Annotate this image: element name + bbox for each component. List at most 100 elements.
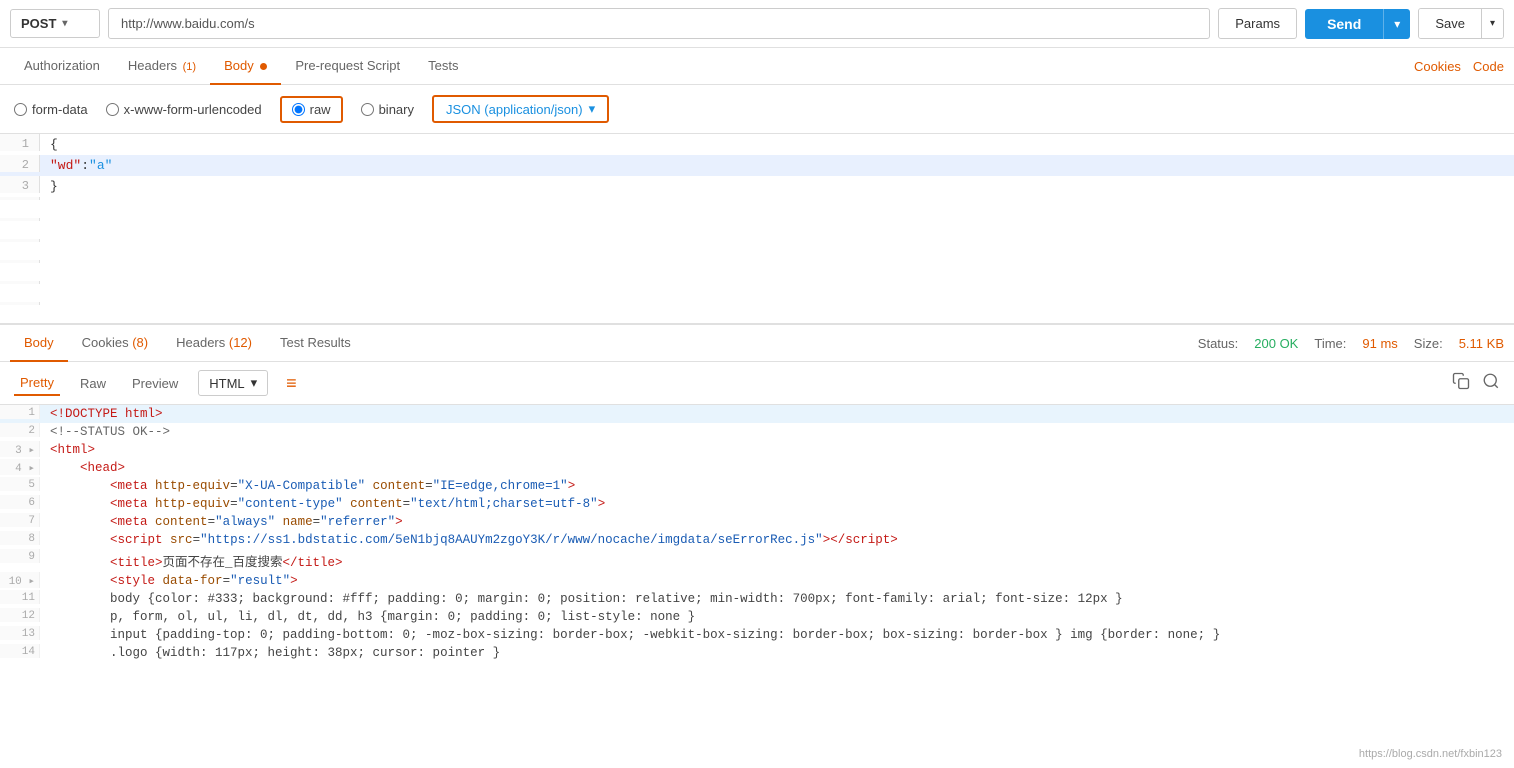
resp-line-3: 3 ▸ <html> <box>0 441 1514 459</box>
tab-body[interactable]: Body <box>210 48 281 85</box>
response-actions <box>1452 372 1500 395</box>
urlencoded-option[interactable]: x-www-form-urlencoded <box>106 102 262 117</box>
time-label: Time: <box>1314 336 1346 351</box>
form-data-label: form-data <box>32 102 88 117</box>
resp-tab-headers[interactable]: Headers (12) <box>162 325 266 362</box>
binary-label: binary <box>379 102 414 117</box>
status-label: Status: <box>1198 336 1238 351</box>
line-content-e4 <box>40 197 1514 218</box>
resp-line-content-12: p, form, ol, ul, li, dl, dt, dd, h3 {mar… <box>40 608 1514 626</box>
request-tabs-right: Cookies Code <box>1414 59 1504 74</box>
resp-line-7: 7 <meta content="always" name="referrer"… <box>0 513 1514 531</box>
resp-line-content-9: <title>页面不存在_百度搜索</title> <box>40 549 1514 572</box>
params-button[interactable]: Params <box>1218 8 1297 39</box>
urlencoded-radio[interactable] <box>106 103 119 116</box>
code-editor[interactable]: 1 { 2 "wd":"a" 3 } <box>0 134 1514 325</box>
resp-line-12: 12 p, form, ol, ul, li, dl, dt, dd, h3 {… <box>0 608 1514 626</box>
save-button[interactable]: Save <box>1419 9 1481 38</box>
search-button[interactable] <box>1482 372 1500 395</box>
line-num-e7 <box>0 260 40 263</box>
url-input[interactable] <box>108 8 1210 39</box>
line-content-e8 <box>40 281 1514 302</box>
wrap-icon[interactable]: ≡ <box>286 373 297 394</box>
line-content-e9 <box>40 302 1514 323</box>
copy-button[interactable] <box>1452 372 1470 395</box>
resp-line-14: 14 .logo {width: 117px; height: 38px; cu… <box>0 644 1514 660</box>
request-tabs: Authorization Headers (1) Body Pre-reque… <box>0 48 1514 85</box>
code-line-3: 3 } <box>0 176 1514 197</box>
resp-line-num-5: 5 <box>0 477 40 491</box>
raw-option[interactable]: raw <box>292 102 331 117</box>
binary-option[interactable]: binary <box>361 102 414 117</box>
line-num-1: 1 <box>0 134 40 151</box>
resp-line-num-9: 9 <box>0 549 40 563</box>
save-btn-group: Save ▾ <box>1418 8 1504 39</box>
line-num-2: 2 <box>0 155 40 172</box>
resp-line-4: 4 ▸ <head> <box>0 459 1514 477</box>
raw-box: raw <box>280 96 343 123</box>
raw-radio[interactable] <box>292 103 305 116</box>
tab-prerequest[interactable]: Pre-request Script <box>281 48 414 85</box>
resp-line-num-1: 1 <box>0 405 40 419</box>
resp-line-num-12: 12 <box>0 608 40 622</box>
resp-line-2: 2 <!--STATUS OK--> <box>0 423 1514 441</box>
resp-format-raw[interactable]: Raw <box>74 372 112 395</box>
binary-radio[interactable] <box>361 103 374 116</box>
resp-line-num-11: 11 <box>0 590 40 604</box>
resp-line-num-6: 6 <box>0 495 40 509</box>
tab-tests[interactable]: Tests <box>414 48 472 85</box>
resp-format-pretty[interactable]: Pretty <box>14 371 60 396</box>
resp-line-9: 9 <title>页面不存在_百度搜索</title> <box>0 549 1514 572</box>
code-line-empty-5 <box>0 218 1514 239</box>
resp-line-num-10: 10 ▸ <box>0 572 40 588</box>
resp-line-num-13: 13 <box>0 626 40 640</box>
code-line-empty-9 <box>0 302 1514 323</box>
resp-tab-cookies[interactable]: Cookies (8) <box>68 325 162 362</box>
form-data-radio[interactable] <box>14 103 27 116</box>
code-line-1: 1 { <box>0 134 1514 155</box>
tab-authorization[interactable]: Authorization <box>10 48 114 85</box>
resp-tab-testresults[interactable]: Test Results <box>266 325 365 362</box>
response-section: Body Cookies (8) Headers (12) Test Resul… <box>0 325 1514 660</box>
line-num-e8 <box>0 281 40 284</box>
line-num-e9 <box>0 302 40 305</box>
save-arrow-button[interactable]: ▾ <box>1481 9 1503 38</box>
response-type-selector[interactable]: HTML ▾ <box>198 370 268 396</box>
resp-line-content-4: <head> <box>40 459 1514 477</box>
resp-line-6: 6 <meta http-equiv="content-type" conten… <box>0 495 1514 513</box>
form-data-option[interactable]: form-data <box>14 102 88 117</box>
size-label: Size: <box>1414 336 1443 351</box>
send-btn-group: Send ▾ <box>1305 9 1410 39</box>
resp-line-11: 11 body {color: #333; background: #fff; … <box>0 590 1514 608</box>
body-type-bar: form-data x-www-form-urlencoded raw bina… <box>0 85 1514 134</box>
resp-tab-body[interactable]: Body <box>10 325 68 362</box>
method-arrow-icon: ▾ <box>62 18 67 29</box>
code-link[interactable]: Code <box>1473 59 1504 74</box>
line-content-e6 <box>40 239 1514 260</box>
resp-line-content-7: <meta content="always" name="referrer"> <box>40 513 1514 531</box>
method-select[interactable]: POST ▾ <box>10 9 100 38</box>
resp-line-num-8: 8 <box>0 531 40 545</box>
resp-line-content-14: .logo {width: 117px; height: 38px; curso… <box>40 644 1514 660</box>
code-line-empty-4 <box>0 197 1514 218</box>
line-num-e4 <box>0 197 40 200</box>
code-line-empty-8 <box>0 281 1514 302</box>
resp-line-13: 13 input {padding-top: 0; padding-bottom… <box>0 626 1514 644</box>
tab-headers[interactable]: Headers (1) <box>114 48 210 85</box>
response-code: 1 <!DOCTYPE html> 2 <!--STATUS OK--> 3 ▸… <box>0 405 1514 660</box>
send-button[interactable]: Send <box>1305 9 1383 39</box>
line-num-e5 <box>0 218 40 221</box>
time-value: 91 ms <box>1362 336 1397 351</box>
json-type-selector[interactable]: JSON (application/json) ▾ <box>432 95 609 123</box>
html-type-label: HTML <box>209 376 244 391</box>
line-content-3: } <box>40 176 1514 197</box>
line-num-e6 <box>0 239 40 242</box>
send-arrow-button[interactable]: ▾ <box>1383 9 1410 39</box>
cookies-link[interactable]: Cookies <box>1414 59 1461 74</box>
resp-line-content-2: <!--STATUS OK--> <box>40 423 1514 441</box>
resp-line-8: 8 <script src="https://ss1.bdstatic.com/… <box>0 531 1514 549</box>
urlencoded-label: x-www-form-urlencoded <box>124 102 262 117</box>
resp-line-num-14: 14 <box>0 644 40 658</box>
response-tabs-bar: Body Cookies (8) Headers (12) Test Resul… <box>0 325 1514 362</box>
resp-format-preview[interactable]: Preview <box>126 372 184 395</box>
